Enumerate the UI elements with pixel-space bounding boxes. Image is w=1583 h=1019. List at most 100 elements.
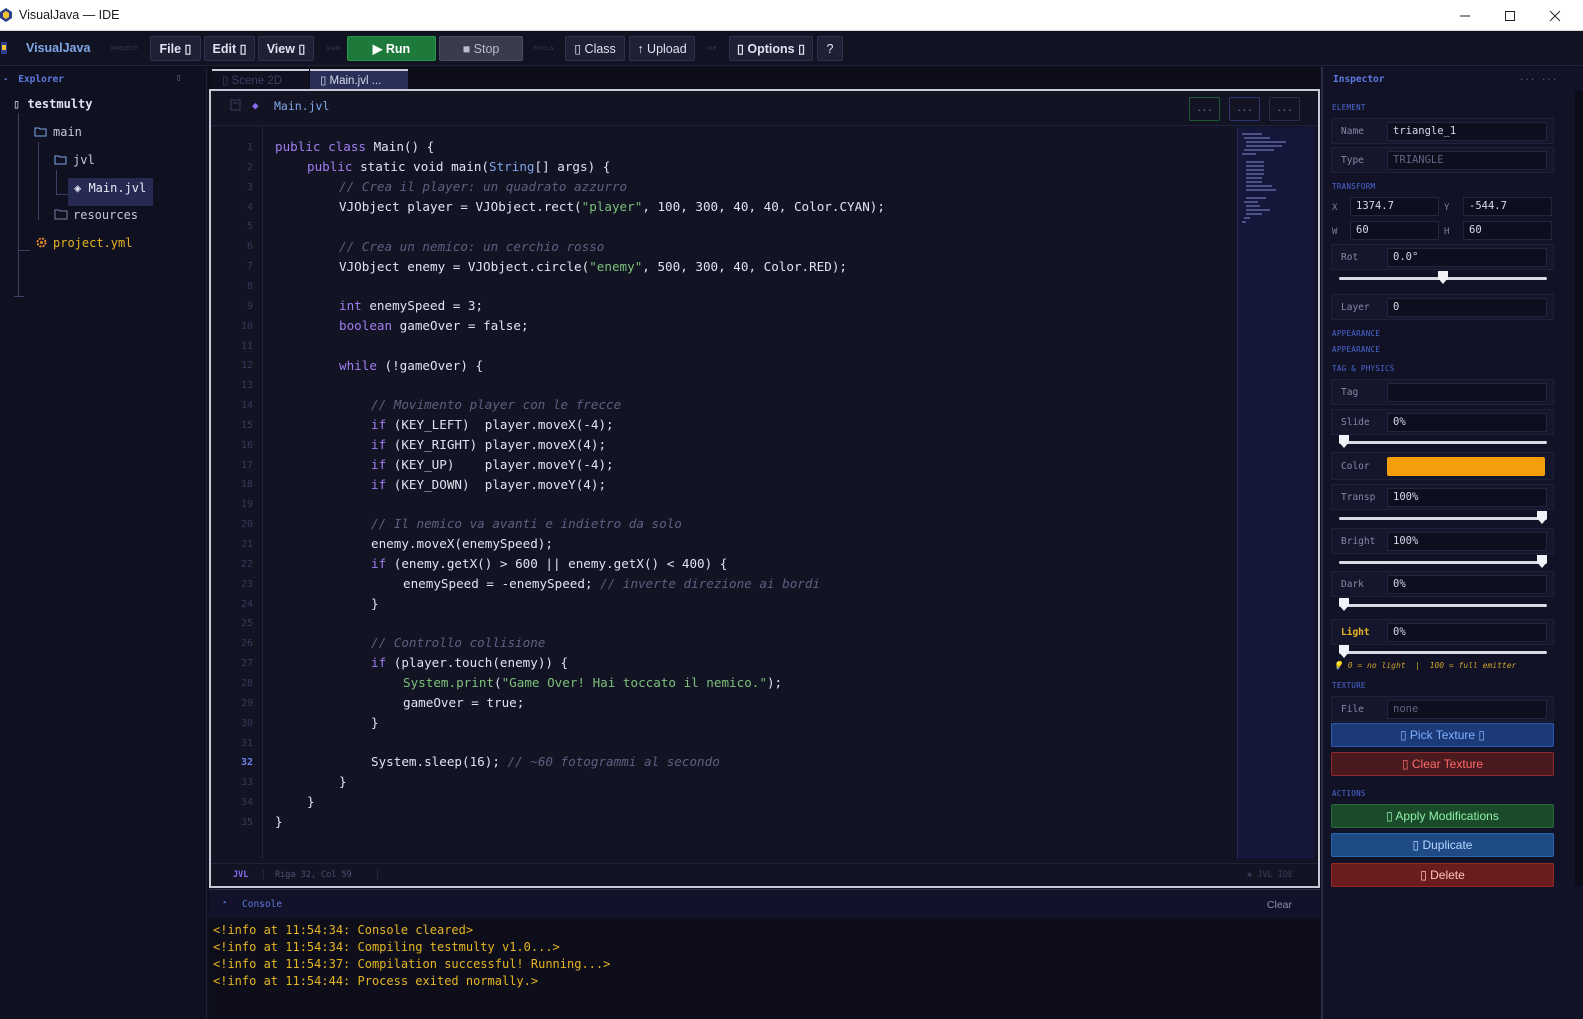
code-line: }: [339, 774, 347, 789]
pick-texture-button[interactable]: ▯ Pick Texture ▯: [1331, 723, 1554, 747]
line-number: 26: [240, 638, 253, 650]
code-line: // Crea un nemico: un cerchio rosso: [339, 239, 605, 254]
tag-input[interactable]: [1387, 383, 1547, 402]
light-slider[interactable]: [1339, 645, 1547, 658]
name-label: Name: [1341, 126, 1364, 137]
brightness-slider[interactable]: [1339, 555, 1547, 568]
upload-button[interactable]: ↑ Upload: [629, 36, 695, 61]
code-token: String: [489, 159, 535, 174]
apply-modifications-button[interactable]: ▯ Apply Modifications: [1331, 804, 1554, 828]
tree-item-label: jvl: [73, 153, 95, 167]
tab-main-jvl[interactable]: ▯ Main.jvl ...: [310, 69, 408, 89]
code-line: if (enemy.getX() > 600 || enemy.getX() <…: [275, 556, 727, 571]
collapse-arrow-icon[interactable]: ▸: [223, 898, 227, 906]
line-number: 27: [240, 658, 253, 670]
delete-button[interactable]: ▯ Delete: [1331, 863, 1554, 887]
maximize-button[interactable]: [1487, 0, 1533, 31]
width-input[interactable]: 60: [1350, 221, 1439, 240]
code-token: (: [494, 675, 502, 690]
code-token: VJObject enemy = VJObject.circle(: [339, 259, 590, 274]
tree-item-testmulty[interactable]: ▯ testmulty: [13, 97, 92, 111]
name-field-row: Name triangle_1: [1331, 118, 1554, 144]
slide-input[interactable]: 0%: [1387, 413, 1547, 432]
clear-texture-button[interactable]: ▯ Clear Texture: [1331, 752, 1554, 776]
dark-slider[interactable]: [1339, 598, 1547, 611]
options-button[interactable]: ▯ Options ▯: [729, 36, 813, 61]
x-input[interactable]: 1374.7: [1350, 197, 1439, 216]
light-input[interactable]: 0%: [1387, 623, 1547, 642]
console-clear-button[interactable]: Clear: [1267, 899, 1292, 911]
minimap-line: [1246, 189, 1276, 191]
x-label: X: [1332, 203, 1338, 213]
line-number: 32: [240, 757, 253, 769]
y-input[interactable]: -544.7: [1463, 197, 1552, 216]
explorer-collapse-button[interactable]: ▯: [176, 73, 181, 83]
line-number: 30: [240, 717, 253, 729]
slider-thumb[interactable]: [1339, 598, 1349, 611]
type-value: TRIANGLE: [1387, 151, 1547, 170]
code-token: (: [481, 159, 490, 174]
inspector-menu-button[interactable]: ...: [1519, 73, 1535, 83]
inspector-pin-button[interactable]: ...: [1541, 73, 1557, 83]
editor-action-button-3[interactable]: ...: [1269, 97, 1300, 121]
file-menu-button[interactable]: File ▯: [150, 36, 201, 61]
slider-thumb[interactable]: [1438, 271, 1448, 284]
line-number: 35: [240, 816, 253, 828]
edit-menu-button[interactable]: Edit ▯: [204, 36, 255, 61]
editor-action-button-1[interactable]: ...: [1189, 97, 1220, 121]
code-line: }: [371, 596, 379, 611]
transparency-slider[interactable]: [1339, 511, 1547, 524]
line-number: 18: [240, 479, 253, 491]
brightness-input[interactable]: 100%: [1387, 532, 1547, 551]
inspector-panel: Inspector ... ... ELEMENT Name triangle_…: [1321, 67, 1583, 1019]
tab-scene-2d[interactable]: ▯ Scene 2D: [212, 69, 309, 89]
line-number: 7: [246, 261, 253, 273]
code-line: int enemySpeed = 3;: [275, 298, 483, 313]
new-class-button[interactable]: ▯ Class: [565, 36, 625, 61]
line-number: 16: [240, 439, 253, 451]
line-number: 3: [246, 181, 253, 193]
run-button[interactable]: ▶ Run: [347, 36, 436, 61]
minimize-button[interactable]: [1442, 0, 1488, 31]
tree-item-jvl[interactable]: jvl: [54, 153, 95, 167]
code-line: while (!gameOver) {: [275, 358, 483, 373]
transparency-input[interactable]: 100%: [1387, 488, 1547, 507]
height-input[interactable]: 60: [1463, 221, 1552, 240]
layer-input[interactable]: 0: [1387, 298, 1547, 317]
color-swatch[interactable]: [1387, 457, 1545, 476]
tree-item-project-yml[interactable]: project.yml: [35, 236, 132, 250]
line-number: 4: [246, 201, 253, 213]
light-hint: 💡 0 = no light | 100 = full emitter: [1333, 661, 1517, 670]
slider-thumb[interactable]: [1339, 645, 1349, 658]
editor-action-button-2[interactable]: ...: [1229, 97, 1260, 121]
stop-button[interactable]: ■ Stop: [439, 36, 523, 61]
tree-item-label: resources: [73, 208, 139, 222]
toolbar-group-run: RUN: [327, 46, 341, 52]
rotation-input[interactable]: 0.0°: [1387, 248, 1547, 267]
help-button[interactable]: ?: [817, 36, 843, 61]
inspector-scrollbar[interactable]: [1575, 91, 1583, 886]
code-text[interactable]: public class Main() { public static void…: [275, 127, 1235, 859]
slider-thumb[interactable]: [1339, 435, 1349, 448]
slider-thumb[interactable]: [1537, 511, 1547, 524]
name-input[interactable]: triangle_1: [1387, 122, 1547, 141]
minimap-line: [1246, 205, 1260, 207]
rotation-slider[interactable]: [1339, 271, 1547, 284]
view-menu-button[interactable]: View ▯: [258, 36, 314, 61]
code-minimap[interactable]: [1237, 127, 1315, 859]
slide-slider[interactable]: [1339, 435, 1547, 448]
dark-input[interactable]: 0%: [1387, 575, 1547, 594]
line-number: 19: [240, 499, 253, 511]
tree-item-main[interactable]: main: [34, 125, 82, 139]
collapse-arrow-icon[interactable]: ▸: [4, 75, 8, 83]
slider-thumb[interactable]: [1537, 555, 1547, 568]
file-label: File: [1341, 704, 1364, 715]
code-token: Main() {: [366, 139, 435, 154]
minimap-line: [1242, 153, 1256, 155]
tree-item-resources[interactable]: resources: [54, 208, 138, 222]
duplicate-button[interactable]: ▯ Duplicate: [1331, 833, 1554, 857]
tree-item-main-jvl[interactable]: ◈ Main.jvl: [68, 178, 153, 206]
code-token: (!gameOver) {: [376, 358, 484, 373]
close-window-button[interactable]: [1532, 0, 1578, 31]
line-number: 12: [240, 360, 253, 372]
